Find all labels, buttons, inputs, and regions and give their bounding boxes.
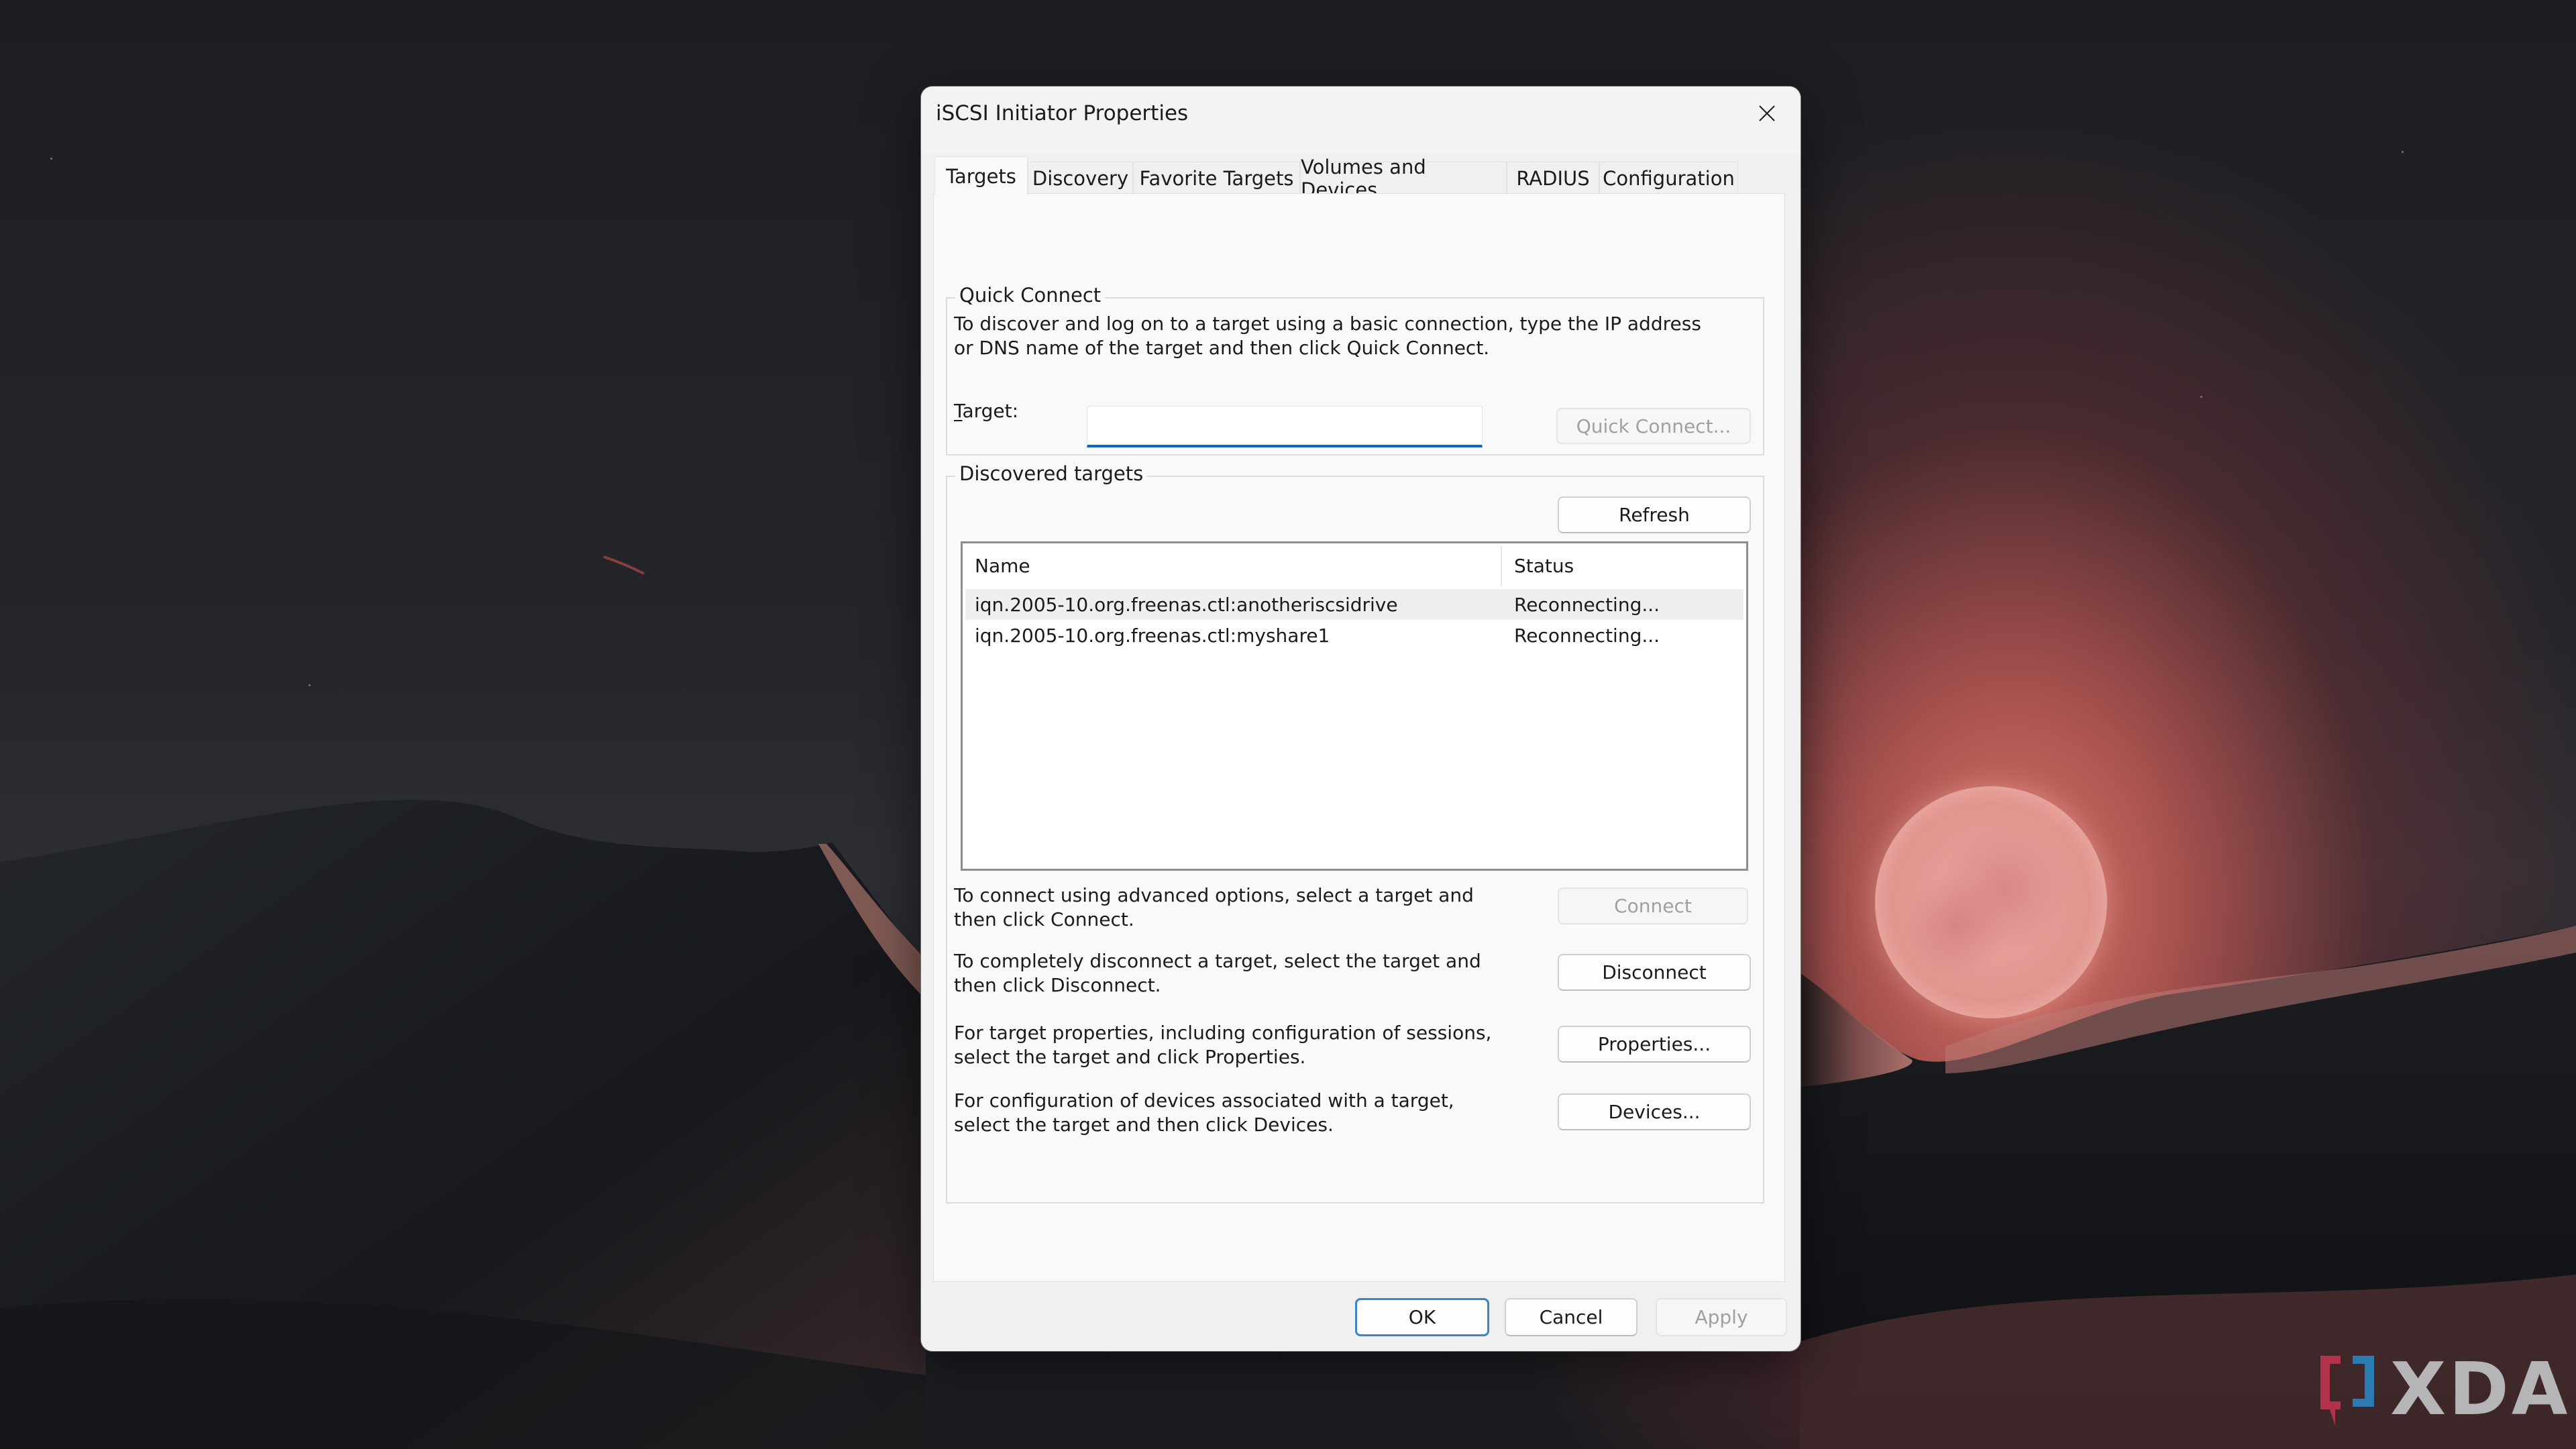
close-button[interactable] [1733, 87, 1801, 140]
star [50, 158, 52, 160]
targets-tab-panel: Quick Connect To discover and log on to … [933, 193, 1785, 1282]
connect-button[interactable]: Connect [1558, 888, 1748, 924]
table-row[interactable]: iqn.2005-10.org.freenas.ctl:myshare1 Rec… [965, 620, 1743, 651]
discovered-targets-group: Discovered targets Refresh Name Status i… [946, 462, 1764, 1203]
xda-watermark: XDA [2318, 1348, 2571, 1432]
tab-label: Targets [946, 164, 1016, 188]
iscsi-initiator-properties-dialog: iSCSI Initiator Properties Targets Disco… [920, 86, 1801, 1352]
tab-targets[interactable]: Targets [934, 156, 1028, 195]
discovered-targets-list[interactable]: Name Status iqn.2005-10.org.freenas.ctl:… [961, 541, 1748, 871]
quick-connect-button-label: Quick Connect... [1576, 415, 1731, 437]
quick-connect-group: Quick Connect To discover and log on to … [946, 284, 1764, 455]
title-bar[interactable]: iSCSI Initiator Properties [921, 87, 1801, 154]
target-label-mnemonic: T [954, 400, 963, 422]
tab-label: Configuration [1603, 166, 1735, 190]
column-header-status[interactable]: Status [1502, 543, 1743, 588]
ok-button-label: OK [1408, 1306, 1436, 1328]
tab-label: RADIUS [1516, 166, 1590, 190]
column-status-label: Status [1514, 554, 1574, 577]
refresh-button-label: Refresh [1619, 504, 1690, 526]
devices-button[interactable]: Devices... [1558, 1093, 1751, 1130]
quick-connect-description: To discover and log on to a target using… [954, 313, 1701, 359]
connect-description: To connect using advanced options, selec… [954, 884, 1474, 930]
discovered-targets-group-label: Discovered targets [955, 462, 1148, 485]
target-label: Target: [954, 399, 1018, 423]
target-input[interactable] [1087, 406, 1483, 447]
devices-button-label: Devices... [1608, 1101, 1701, 1123]
list-header: Name Status [963, 543, 1746, 588]
properties-button-label: Properties... [1597, 1033, 1711, 1055]
devices-description: For configuration of devices associated … [954, 1089, 1454, 1136]
tab-favorite-targets[interactable]: Favorite Targets [1133, 162, 1300, 194]
table-row[interactable]: iqn.2005-10.org.freenas.ctl:anotheriscsi… [965, 589, 1743, 620]
cancel-button-label: Cancel [1539, 1306, 1603, 1328]
disconnect-button[interactable]: Disconnect [1558, 954, 1751, 991]
star [2200, 396, 2202, 398]
target-status-cell: Reconnecting... [1514, 593, 1660, 616]
dialog-title: iSCSI Initiator Properties [936, 101, 1189, 125]
star [309, 684, 311, 686]
star [2402, 151, 2404, 153]
tab-volumes-and-devices[interactable]: Volumes and Devices [1300, 156, 1507, 201]
apply-button[interactable]: Apply [1656, 1298, 1787, 1336]
tab-configuration[interactable]: Configuration [1599, 162, 1738, 194]
cancel-button[interactable]: Cancel [1505, 1298, 1638, 1336]
apply-button-label: Apply [1695, 1306, 1748, 1328]
ok-button[interactable]: OK [1355, 1298, 1489, 1336]
tab-label: Favorite Targets [1139, 166, 1294, 190]
tab-radius[interactable]: RADIUS [1507, 162, 1599, 194]
target-name-cell: iqn.2005-10.org.freenas.ctl:anotheriscsi… [975, 593, 1398, 616]
xda-wordmark: XDA [2390, 1348, 2571, 1432]
disconnect-button-label: Disconnect [1602, 961, 1707, 983]
properties-description: For target properties, including configu… [954, 1022, 1492, 1068]
target-label-rest: arget: [962, 400, 1019, 422]
properties-button[interactable]: Properties... [1558, 1026, 1751, 1063]
connect-button-label: Connect [1614, 895, 1692, 917]
column-name-label: Name [975, 554, 1030, 577]
disconnect-description: To completely disconnect a target, selec… [954, 950, 1481, 996]
target-status-cell: Reconnecting... [1514, 624, 1660, 647]
column-header-name[interactable]: Name [963, 543, 1503, 588]
xda-bracket-logo-icon [2320, 1356, 2374, 1426]
tab-label: Discovery [1032, 166, 1129, 190]
tab-discovery[interactable]: Discovery [1028, 162, 1133, 194]
quick-connect-button[interactable]: Quick Connect... [1556, 408, 1751, 444]
close-icon [1759, 105, 1775, 121]
target-name-cell: iqn.2005-10.org.freenas.ctl:myshare1 [975, 624, 1330, 647]
refresh-button[interactable]: Refresh [1558, 496, 1751, 533]
quick-connect-group-label: Quick Connect [955, 284, 1106, 307]
moon [1875, 786, 2107, 1018]
